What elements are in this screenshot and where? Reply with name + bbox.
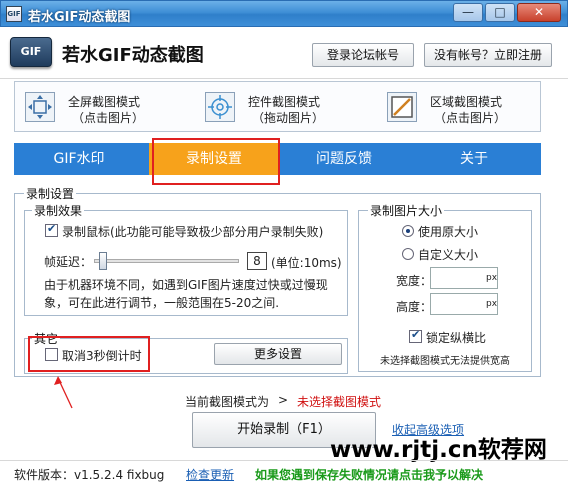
height-label: 高度： — [396, 300, 433, 314]
register-button[interactable]: 没有帐号？立即注册 — [424, 43, 552, 67]
save-failure-notice-link[interactable]: 如果您遇到保存失败情况请点击我予以解决 — [255, 466, 483, 483]
frame-delay-slider-thumb[interactable] — [99, 252, 108, 270]
mode-control-hint: （拖动图片） — [252, 111, 325, 125]
current-mode-label: 当前截图模式为 — [185, 395, 270, 409]
close-button[interactable]: ✕ — [517, 3, 561, 22]
check-update-link[interactable]: 检查更新 — [186, 466, 234, 483]
window-title: 若水GIF动态截图 — [28, 10, 131, 25]
mode-control[interactable]: 控件截图模式 （拖动图片） — [205, 86, 375, 128]
footer-divider — [0, 460, 568, 461]
mode-region-hint: （点击图片） — [434, 111, 507, 125]
annotation-arrow-icon — [54, 376, 73, 409]
app-header: GIF 若水GIF动态截图 登录论坛帐号 没有帐号？立即注册 — [0, 27, 568, 79]
tab-about[interactable]: 关于 — [409, 143, 539, 175]
lock-ratio-label: 锁定纵横比 — [426, 331, 487, 345]
frame-delay-input[interactable]: 8 — [247, 252, 267, 270]
width-unit: px — [486, 273, 498, 283]
mode-control-title: 控件截图模式 — [248, 95, 321, 109]
size-note: 未选择截图模式无法提供宽高 — [380, 356, 510, 367]
version-label: 软件版本：v1.5.2.4 fixbug — [14, 468, 165, 482]
original-size-label: 使用原大小 — [418, 225, 479, 239]
record-effect-title: 录制效果 — [32, 202, 85, 219]
minimize-button[interactable]: — — [453, 3, 483, 22]
width-label: 宽度： — [396, 274, 433, 288]
current-mode-arrow: > — [278, 393, 289, 407]
delay-hint-line1: 由于机器环境不同，如遇到GIF图片速度过快或过慢现 — [44, 278, 328, 292]
app-icon: GIF — [6, 6, 22, 22]
image-size-title: 录制图片大小 — [368, 202, 445, 219]
custom-size-radio[interactable] — [402, 248, 414, 260]
frame-delay-unit: (单位:10ms) — [271, 256, 342, 270]
tab-gif-watermark[interactable]: GIF水印 — [14, 143, 144, 175]
record-settings-title: 录制设置 — [24, 185, 77, 202]
width-input[interactable]: px — [430, 267, 498, 289]
annotation-box-countdown — [28, 336, 150, 372]
height-input[interactable]: px — [430, 293, 498, 315]
control-capture-icon[interactable] — [205, 92, 235, 122]
height-unit: px — [486, 299, 498, 309]
capture-mode-bar: 全屏截图模式 （点击图片） 控件截图模式 （拖动图片） 区域截图模式 （点击图片… — [14, 81, 541, 132]
tab-feedback[interactable]: 问题反馈 — [279, 143, 409, 175]
delay-hint-line2: 象，可在此进行调节，一般范围在5-20之间. — [44, 296, 280, 310]
login-button[interactable]: 登录论坛帐号 — [312, 43, 414, 67]
mode-fullscreen-hint: （点击图片） — [72, 111, 145, 125]
region-capture-icon[interactable] — [387, 92, 417, 122]
fullscreen-icon[interactable] — [25, 92, 55, 122]
frame-delay-slider[interactable] — [94, 259, 239, 263]
frame-delay-label: 帧延迟： — [44, 255, 93, 269]
site-watermark: www.rjtj.cn软荐网 — [330, 437, 547, 463]
mode-fullscreen[interactable]: 全屏截图模式 （点击图片） — [25, 86, 195, 128]
custom-size-label: 自定义大小 — [418, 248, 479, 262]
more-settings-button[interactable]: 更多设置 — [214, 343, 342, 365]
title-bar: GIF 若水GIF动态截图 — □ ✕ — [0, 0, 568, 27]
record-mouse-checkbox[interactable] — [45, 222, 58, 237]
maximize-button[interactable]: □ — [485, 3, 515, 22]
annotation-box-tab — [152, 138, 280, 185]
current-mode-value: 未选择截图模式 — [297, 395, 382, 409]
record-mouse-label: 录制鼠标(此功能可能导致极少部分用户录制失败) — [62, 225, 324, 239]
mode-region[interactable]: 区域截图模式 （点击图片） — [387, 86, 537, 128]
mode-region-title: 区域截图模式 — [430, 95, 503, 109]
lock-ratio-checkbox[interactable] — [409, 328, 422, 343]
mode-fullscreen-title: 全屏截图模式 — [68, 95, 141, 109]
original-size-radio[interactable] — [402, 225, 414, 237]
gif-logo: GIF — [10, 37, 52, 67]
app-name: 若水GIF动态截图 — [62, 45, 204, 66]
